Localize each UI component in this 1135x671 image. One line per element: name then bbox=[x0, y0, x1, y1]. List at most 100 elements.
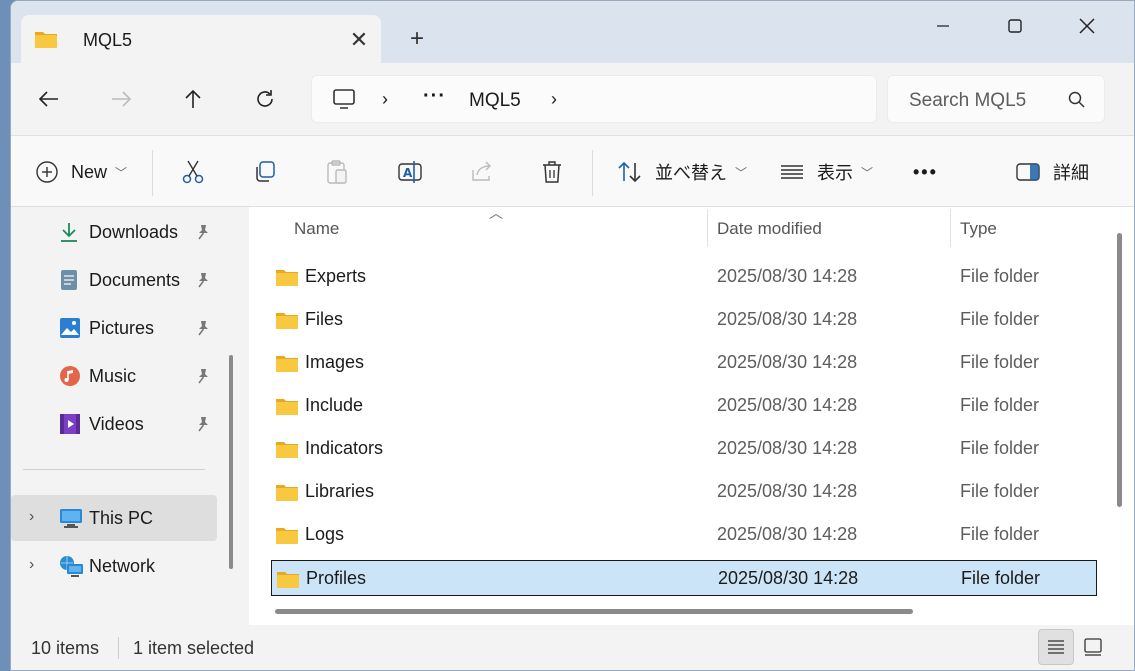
minimize-button[interactable] bbox=[925, 11, 961, 41]
vertical-scrollbar[interactable] bbox=[1117, 233, 1122, 507]
clipboard-icon bbox=[327, 160, 347, 184]
breadcrumb-current[interactable]: MQL5 bbox=[469, 90, 521, 112]
date-modified: 2025/08/30 14:28 bbox=[717, 481, 858, 501]
more-options-button[interactable]: ••• bbox=[913, 158, 938, 186]
sidebar-item-label: Videos bbox=[89, 414, 144, 434]
rename-button[interactable]: A bbox=[397, 158, 423, 186]
folder-icon bbox=[275, 310, 299, 335]
chevron-down-icon: ﹀ bbox=[115, 165, 128, 180]
column-divider[interactable] bbox=[950, 209, 951, 247]
pin-icon[interactable] bbox=[195, 271, 211, 294]
table-row[interactable]: Include 2025/08/30 14:28 File folder bbox=[271, 388, 1097, 424]
file-name: Files bbox=[305, 309, 344, 329]
details-pane-button[interactable]: 詳細 bbox=[1015, 158, 1089, 186]
folder-icon bbox=[276, 569, 300, 594]
view-button[interactable]: 表示 ﹀ bbox=[779, 158, 873, 186]
computer-icon[interactable] bbox=[332, 88, 356, 115]
breadcrumb-chevron[interactable]: › bbox=[551, 89, 557, 110]
tab-label: MQL5 bbox=[83, 30, 133, 50]
file-type: File folder bbox=[960, 309, 1040, 329]
new-tab-button[interactable]: + bbox=[404, 25, 430, 53]
tab-mql5[interactable]: MQL5 ✕ bbox=[21, 15, 381, 63]
new-button[interactable]: New ﹀ bbox=[35, 158, 127, 186]
sidebar-item-label: Network bbox=[89, 556, 156, 576]
status-divider bbox=[118, 637, 119, 659]
sidebar-item-videos[interactable]: Videos bbox=[11, 401, 217, 447]
close-tab-icon[interactable]: ✕ bbox=[347, 27, 371, 53]
date-modified: 2025/08/30 14:28 bbox=[717, 395, 858, 415]
folder-icon bbox=[34, 29, 58, 54]
horizontal-scrollbar[interactable] bbox=[275, 609, 913, 614]
back-arrow-icon bbox=[38, 91, 58, 107]
table-row[interactable]: Experts 2025/08/30 14:28 File folder bbox=[271, 259, 1097, 295]
breadcrumb-overflow[interactable]: ··· bbox=[423, 85, 446, 108]
pin-icon[interactable] bbox=[195, 319, 211, 342]
sidebar-item-label: Music bbox=[89, 366, 137, 386]
close-window-button[interactable] bbox=[1069, 11, 1105, 41]
table-row[interactable]: Images 2025/08/30 14:28 File folder bbox=[271, 345, 1097, 381]
sidebar-item-this-pc[interactable]: › This PC bbox=[11, 495, 217, 541]
pin-icon[interactable] bbox=[195, 223, 211, 246]
file-type: File folder bbox=[960, 352, 1040, 372]
share-button[interactable] bbox=[469, 158, 495, 186]
sort-button[interactable]: 並べ替え ﹀ bbox=[617, 158, 747, 186]
date-modified: 2025/08/30 14:28 bbox=[717, 524, 858, 544]
rename-icon: A bbox=[398, 161, 422, 183]
copy-button[interactable] bbox=[253, 158, 277, 186]
video-icon bbox=[59, 413, 81, 440]
file-name: Logs bbox=[305, 524, 345, 544]
file-type: File folder bbox=[960, 266, 1040, 286]
copy-icon bbox=[256, 161, 275, 182]
file-name: Experts bbox=[305, 266, 367, 286]
pin-icon[interactable] bbox=[195, 415, 211, 438]
table-row[interactable]: Logs 2025/08/30 14:28 File folder bbox=[271, 517, 1097, 553]
table-row[interactable]: Profiles 2025/08/30 14:28 File folder bbox=[271, 560, 1097, 596]
paste-button[interactable] bbox=[325, 158, 349, 186]
file-name: Indicators bbox=[305, 438, 384, 458]
date-modified: 2025/08/30 14:28 bbox=[717, 438, 858, 458]
search-input[interactable]: Search MQL5 bbox=[909, 90, 1026, 112]
sidebar-item-network[interactable]: › Network bbox=[11, 543, 217, 589]
column-header-name[interactable]: Name bbox=[294, 219, 339, 239]
selection-count: 1 item selected bbox=[133, 638, 255, 658]
delete-button[interactable] bbox=[541, 158, 563, 186]
sidebar-scrollbar[interactable] bbox=[229, 355, 233, 569]
up-button[interactable] bbox=[173, 83, 213, 115]
column-header-type[interactable]: Type bbox=[960, 219, 997, 239]
network-icon bbox=[59, 555, 85, 584]
pin-icon[interactable] bbox=[195, 367, 211, 390]
table-row[interactable]: Files 2025/08/30 14:28 File folder bbox=[271, 302, 1097, 338]
sidebar-item-music[interactable]: Music bbox=[11, 353, 217, 399]
expand-chevron-icon[interactable]: › bbox=[29, 556, 34, 574]
forward-button[interactable] bbox=[101, 83, 141, 115]
pictures-icon bbox=[59, 317, 81, 344]
address-bar[interactable]: › ··· MQL5 › bbox=[311, 75, 877, 123]
sidebar-item-documents[interactable]: Documents bbox=[11, 257, 217, 303]
divider bbox=[592, 150, 593, 196]
details-view-button[interactable] bbox=[1038, 629, 1074, 665]
divider bbox=[152, 150, 153, 196]
column-header-date[interactable]: Date modified bbox=[717, 219, 822, 239]
table-row[interactable]: Indicators 2025/08/30 14:28 File folder bbox=[271, 431, 1097, 467]
sidebar-item-label: Downloads bbox=[89, 222, 179, 242]
sidebar-item-downloads[interactable]: Downloads bbox=[11, 209, 217, 255]
expand-chevron-icon[interactable]: › bbox=[29, 508, 34, 526]
search-box[interactable]: Search MQL5 bbox=[887, 75, 1105, 123]
back-button[interactable] bbox=[29, 83, 69, 115]
scissors-icon bbox=[182, 160, 204, 184]
file-name: Images bbox=[305, 352, 365, 372]
sidebar-item-pictures[interactable]: Pictures bbox=[11, 305, 217, 351]
refresh-button[interactable] bbox=[245, 83, 285, 115]
file-type: File folder bbox=[960, 481, 1040, 501]
folder-icon bbox=[275, 439, 299, 464]
up-arrow-icon bbox=[185, 89, 201, 108]
breadcrumb-chevron[interactable]: › bbox=[382, 89, 388, 110]
folder-icon bbox=[275, 267, 299, 292]
column-divider[interactable] bbox=[707, 209, 708, 247]
maximize-button[interactable] bbox=[997, 11, 1033, 41]
file-type: File folder bbox=[961, 568, 1041, 588]
details-view-icon bbox=[1048, 640, 1064, 654]
table-row[interactable]: Libraries 2025/08/30 14:28 File folder bbox=[271, 474, 1097, 510]
cut-button[interactable] bbox=[181, 158, 205, 186]
thumbnail-view-button[interactable] bbox=[1075, 629, 1111, 665]
